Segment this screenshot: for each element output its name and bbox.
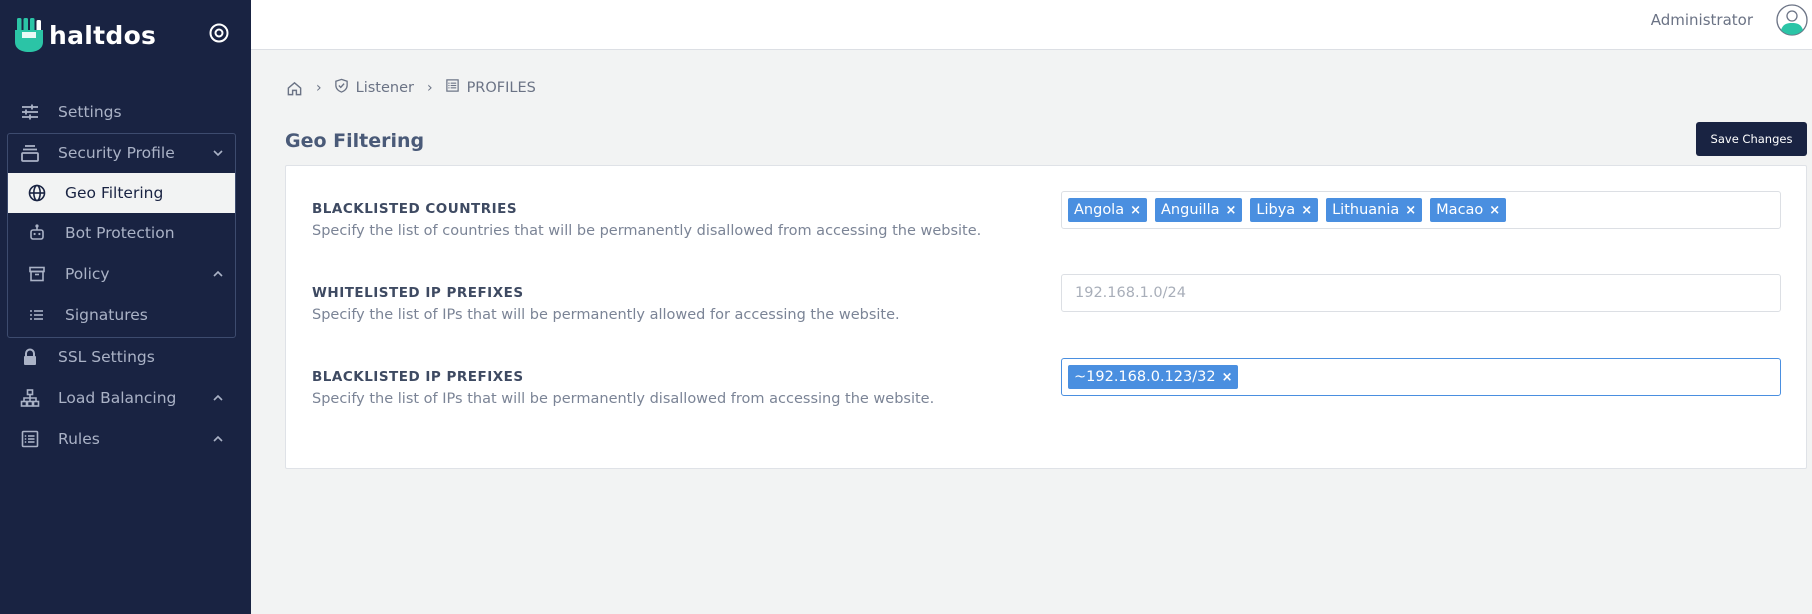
sidebar-item-bot-protection[interactable]: Bot Protection [8, 213, 235, 253]
whitelisted-ip-text-input[interactable] [1068, 278, 1780, 308]
blacklisted-countries-input[interactable]: Angola × Anguilla × Libya × Lithuania × Maca… [1061, 191, 1781, 229]
sidebar-item-label: Load Balancing [58, 389, 177, 407]
country-tag: Libya × [1250, 198, 1319, 222]
sidebar-item-policy[interactable]: Policy [8, 254, 235, 294]
tag-label: Macao [1436, 202, 1484, 218]
user-avatar-icon[interactable] [1776, 4, 1808, 36]
blacklisted-ip-text-input[interactable] [1246, 362, 1780, 392]
user-name[interactable]: Administrator [1651, 11, 1753, 29]
list-icon [27, 305, 47, 325]
chevron-up-icon [213, 270, 223, 277]
sidebar-item-label: Security Profile [58, 144, 175, 162]
brand-name: haltdos [49, 20, 157, 50]
tag-label: Angola [1074, 202, 1125, 218]
breadcrumb-separator: › [316, 80, 322, 96]
sidebar-item-label: Settings [58, 103, 122, 121]
chevron-up-icon [213, 435, 223, 442]
sidebar-item-ssl-settings[interactable]: SSL Settings [0, 337, 251, 377]
sidebar-item-label: Bot Protection [65, 224, 175, 242]
chevron-down-icon [213, 150, 223, 157]
page-title: Geo Filtering [285, 130, 425, 152]
collapse-sidebar-icon[interactable] [207, 21, 231, 45]
countries-text-input[interactable] [1514, 195, 1780, 225]
breadcrumb: › Listener › PROFILES [286, 77, 536, 99]
list-box-icon [20, 429, 40, 449]
tag-label: ~192.168.0.123/32 [1074, 369, 1216, 385]
blacklisted-ip-input[interactable]: ~192.168.0.123/32 × [1061, 358, 1781, 396]
shield-check-icon [334, 78, 348, 93]
remove-tag-icon[interactable]: × [1405, 203, 1416, 218]
setting-description: Specify the list of countries that will … [312, 223, 982, 239]
remove-tag-icon[interactable]: × [1301, 203, 1312, 218]
geo-filtering-card: BLACKLISTED COUNTRIES Specify the list o… [285, 165, 1807, 469]
setting-description: Specify the list of IPs that will be per… [312, 391, 935, 407]
list-box-icon [445, 78, 459, 92]
setting-title: BLACKLISTED IP PREFIXES [312, 369, 524, 385]
country-tag: Lithuania × [1326, 198, 1423, 222]
tag-label: Libya [1256, 202, 1296, 218]
haltdos-logo-icon [15, 18, 43, 52]
breadcrumb-listener[interactable]: Listener [334, 78, 414, 96]
sidebar-item-label: Policy [65, 265, 110, 283]
setting-title: WHITELISTED IP PREFIXES [312, 285, 524, 301]
remove-tag-icon[interactable]: × [1226, 203, 1237, 218]
sidebar-item-rules[interactable]: Rules [0, 419, 251, 459]
breadcrumb-separator: › [426, 80, 433, 96]
home-icon[interactable] [286, 80, 303, 97]
tag-label: Lithuania [1332, 202, 1400, 218]
sidebar-item-label: Signatures [65, 306, 148, 324]
topbar: Administrator [251, 0, 1812, 50]
sidebar-item-signatures[interactable]: Signatures [8, 295, 235, 335]
sidebar-item-label: Rules [58, 430, 100, 448]
sidebar-item-settings[interactable]: Settings [0, 92, 251, 132]
globe-icon [27, 183, 47, 203]
sidebar-item-security-profile[interactable]: Security Profile [7, 133, 236, 173]
setting-description: Specify the list of IPs that will be per… [312, 307, 900, 323]
remove-tag-icon[interactable]: × [1489, 203, 1500, 218]
breadcrumb-label: Listener [355, 80, 414, 96]
lock-icon [20, 347, 40, 367]
remove-tag-icon[interactable]: × [1222, 370, 1233, 385]
chevron-up-icon [213, 394, 223, 401]
sidebar-item-label: SSL Settings [58, 348, 155, 366]
brand[interactable]: haltdos [14, 17, 156, 53]
robot-icon [27, 223, 47, 243]
breadcrumb-profiles[interactable]: PROFILES [445, 78, 536, 96]
sitemap-icon [20, 388, 40, 408]
remove-tag-icon[interactable]: × [1130, 203, 1141, 218]
save-changes-button[interactable]: Save Changes [1696, 122, 1807, 156]
setting-title: BLACKLISTED COUNTRIES [312, 201, 518, 217]
tag-label: Anguilla [1161, 202, 1220, 218]
sidebar-item-geo-filtering[interactable]: Geo Filtering [8, 173, 235, 213]
layers-icon [20, 143, 40, 163]
sidebar-item-load-balancing[interactable]: Load Balancing [0, 378, 251, 418]
country-tag: Anguilla × [1155, 198, 1243, 222]
archive-icon [27, 264, 47, 284]
sidebar-item-label: Geo Filtering [65, 184, 164, 202]
sidebar: haltdos Settings Security Profile Geo Fi… [0, 0, 251, 614]
whitelisted-ip-input[interactable] [1061, 274, 1781, 312]
country-tag: Angola × [1068, 198, 1148, 222]
country-tag: Macao × [1430, 198, 1507, 222]
ip-tag: ~192.168.0.123/32 × [1068, 365, 1239, 389]
breadcrumb-label: PROFILES [466, 80, 536, 96]
sliders-icon [20, 102, 40, 122]
